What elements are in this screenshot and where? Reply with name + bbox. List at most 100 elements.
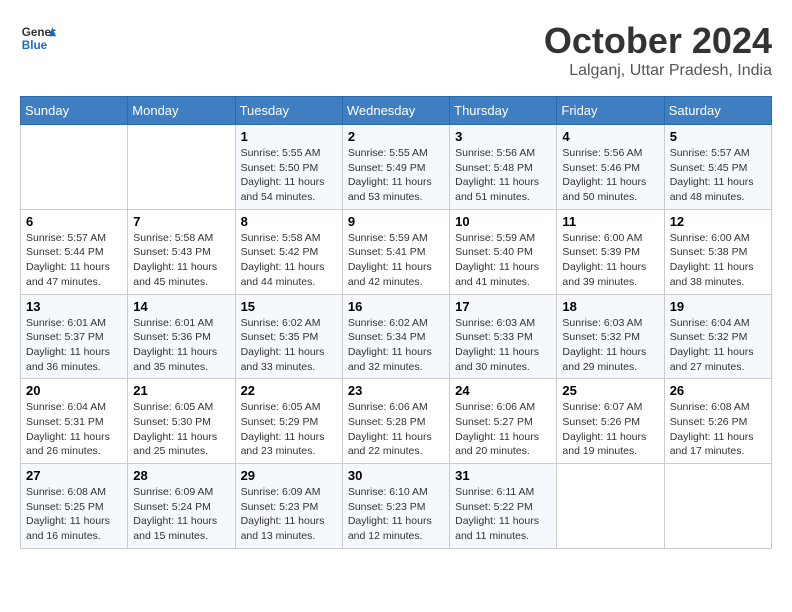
week-row-1: 1 Sunrise: 5:55 AM Sunset: 5:50 PM Daylig… bbox=[21, 125, 772, 210]
day-cell: 19 Sunrise: 6:04 AM Sunset: 5:32 PM Dayli… bbox=[664, 294, 771, 379]
month-title: October 2024 bbox=[544, 20, 772, 62]
day-info: Sunrise: 5:59 AM Sunset: 5:41 PM Dayligh… bbox=[348, 231, 444, 290]
day-info: Sunrise: 6:08 AM Sunset: 5:26 PM Dayligh… bbox=[670, 400, 766, 459]
logo: General Blue bbox=[20, 20, 56, 56]
week-row-4: 20Sunrise: 6:04 AM Sunset: 5:31 PM Dayli… bbox=[21, 379, 772, 464]
day-number: 25 bbox=[562, 383, 658, 398]
day-cell: 7 Sunrise: 5:58 AM Sunset: 5:43 PM Daylig… bbox=[128, 209, 235, 294]
day-info: Sunrise: 6:11 AM Sunset: 5:22 PM Dayligh… bbox=[455, 485, 551, 544]
day-info: Sunrise: 6:07 AM Sunset: 5:26 PM Dayligh… bbox=[562, 400, 658, 459]
day-info: Sunrise: 6:05 AM Sunset: 5:29 PM Dayligh… bbox=[241, 400, 337, 459]
day-cell: 9 Sunrise: 5:59 AM Sunset: 5:41 PM Daylig… bbox=[342, 209, 449, 294]
day-cell: 27Sunrise: 6:08 AM Sunset: 5:25 PM Dayli… bbox=[21, 464, 128, 549]
day-cell: 11Sunrise: 6:00 AM Sunset: 5:39 PM Dayli… bbox=[557, 209, 664, 294]
day-info: Sunrise: 5:55 AM Sunset: 5:49 PM Dayligh… bbox=[348, 146, 444, 205]
day-cell: 3 Sunrise: 5:56 AM Sunset: 5:48 PM Daylig… bbox=[450, 125, 557, 210]
day-number: 19 bbox=[670, 299, 766, 314]
day-info: Sunrise: 6:03 AM Sunset: 5:32 PM Dayligh… bbox=[562, 316, 658, 375]
day-cell: 26 Sunrise: 6:08 AM Sunset: 5:26 PM Dayli… bbox=[664, 379, 771, 464]
day-number: 5 bbox=[670, 129, 766, 144]
day-number: 30 bbox=[348, 468, 444, 483]
header-cell-sunday: Sunday bbox=[21, 97, 128, 125]
page-header: General Blue October 2024 Lalganj, Uttar… bbox=[20, 20, 772, 80]
svg-text:Blue: Blue bbox=[22, 39, 48, 52]
day-info: Sunrise: 6:10 AM Sunset: 5:23 PM Dayligh… bbox=[348, 485, 444, 544]
day-cell: 6Sunrise: 5:57 AM Sunset: 5:44 PM Daylig… bbox=[21, 209, 128, 294]
day-cell bbox=[128, 125, 235, 210]
day-info: Sunrise: 5:55 AM Sunset: 5:50 PM Dayligh… bbox=[241, 146, 337, 205]
day-number: 1 bbox=[241, 129, 337, 144]
calendar-header: SundayMondayTuesdayWednesdayThursdayFrid… bbox=[21, 97, 772, 125]
day-cell: 16 Sunrise: 6:02 AM Sunset: 5:34 PM Dayli… bbox=[342, 294, 449, 379]
header-cell-monday: Monday bbox=[128, 97, 235, 125]
day-info: Sunrise: 6:00 AM Sunset: 5:38 PM Dayligh… bbox=[670, 231, 766, 290]
day-cell: 21 Sunrise: 6:05 AM Sunset: 5:30 PM Dayli… bbox=[128, 379, 235, 464]
day-cell: 12 Sunrise: 6:00 AM Sunset: 5:38 PM Dayli… bbox=[664, 209, 771, 294]
day-cell: 30 Sunrise: 6:10 AM Sunset: 5:23 PM Dayli… bbox=[342, 464, 449, 549]
day-number: 23 bbox=[348, 383, 444, 398]
day-info: Sunrise: 6:00 AM Sunset: 5:39 PM Dayligh… bbox=[562, 231, 658, 290]
day-number: 17 bbox=[455, 299, 551, 314]
day-cell: 17 Sunrise: 6:03 AM Sunset: 5:33 PM Dayli… bbox=[450, 294, 557, 379]
day-cell: 28Sunrise: 6:09 AM Sunset: 5:24 PM Dayli… bbox=[128, 464, 235, 549]
week-row-5: 27Sunrise: 6:08 AM Sunset: 5:25 PM Dayli… bbox=[21, 464, 772, 549]
day-cell: 1 Sunrise: 5:55 AM Sunset: 5:50 PM Daylig… bbox=[235, 125, 342, 210]
day-number: 15 bbox=[241, 299, 337, 314]
header-cell-friday: Friday bbox=[557, 97, 664, 125]
day-number: 28 bbox=[133, 468, 229, 483]
day-cell: 31 Sunrise: 6:11 AM Sunset: 5:22 PM Dayli… bbox=[450, 464, 557, 549]
day-number: 14 bbox=[133, 299, 229, 314]
header-cell-tuesday: Tuesday bbox=[235, 97, 342, 125]
day-info: Sunrise: 5:57 AM Sunset: 5:45 PM Dayligh… bbox=[670, 146, 766, 205]
day-info: Sunrise: 6:04 AM Sunset: 5:32 PM Dayligh… bbox=[670, 316, 766, 375]
day-number: 16 bbox=[348, 299, 444, 314]
day-number: 2 bbox=[348, 129, 444, 144]
day-cell: 13 Sunrise: 6:01 AM Sunset: 5:37 PM Dayli… bbox=[21, 294, 128, 379]
day-cell: 5 Sunrise: 5:57 AM Sunset: 5:45 PM Daylig… bbox=[664, 125, 771, 210]
day-cell: 22 Sunrise: 6:05 AM Sunset: 5:29 PM Dayli… bbox=[235, 379, 342, 464]
header-cell-thursday: Thursday bbox=[450, 97, 557, 125]
calendar-body: 1 Sunrise: 5:55 AM Sunset: 5:50 PM Daylig… bbox=[21, 125, 772, 549]
location: Lalganj, Uttar Pradesh, India bbox=[544, 62, 772, 80]
day-number: 8 bbox=[241, 214, 337, 229]
week-row-3: 13 Sunrise: 6:01 AM Sunset: 5:37 PM Dayli… bbox=[21, 294, 772, 379]
day-cell: 20Sunrise: 6:04 AM Sunset: 5:31 PM Dayli… bbox=[21, 379, 128, 464]
day-number: 20 bbox=[26, 383, 122, 398]
day-number: 26 bbox=[670, 383, 766, 398]
day-cell bbox=[664, 464, 771, 549]
day-cell bbox=[21, 125, 128, 210]
day-number: 9 bbox=[348, 214, 444, 229]
header-cell-saturday: Saturday bbox=[664, 97, 771, 125]
day-number: 7 bbox=[133, 214, 229, 229]
day-cell: 24 Sunrise: 6:06 AM Sunset: 5:27 PM Dayli… bbox=[450, 379, 557, 464]
day-info: Sunrise: 6:09 AM Sunset: 5:23 PM Dayligh… bbox=[241, 485, 337, 544]
day-cell: 18 Sunrise: 6:03 AM Sunset: 5:32 PM Dayli… bbox=[557, 294, 664, 379]
day-number: 12 bbox=[670, 214, 766, 229]
day-info: Sunrise: 5:56 AM Sunset: 5:46 PM Dayligh… bbox=[562, 146, 658, 205]
day-number: 31 bbox=[455, 468, 551, 483]
day-info: Sunrise: 5:58 AM Sunset: 5:42 PM Dayligh… bbox=[241, 231, 337, 290]
day-number: 3 bbox=[455, 129, 551, 144]
day-cell: 4 Sunrise: 5:56 AM Sunset: 5:46 PM Daylig… bbox=[557, 125, 664, 210]
day-info: Sunrise: 6:03 AM Sunset: 5:33 PM Dayligh… bbox=[455, 316, 551, 375]
header-cell-wednesday: Wednesday bbox=[342, 97, 449, 125]
day-number: 4 bbox=[562, 129, 658, 144]
logo-icon: General Blue bbox=[20, 20, 56, 56]
day-number: 22 bbox=[241, 383, 337, 398]
day-number: 21 bbox=[133, 383, 229, 398]
day-number: 13 bbox=[26, 299, 122, 314]
day-info: Sunrise: 6:02 AM Sunset: 5:34 PM Dayligh… bbox=[348, 316, 444, 375]
day-number: 24 bbox=[455, 383, 551, 398]
day-number: 18 bbox=[562, 299, 658, 314]
day-cell: 2 Sunrise: 5:55 AM Sunset: 5:49 PM Daylig… bbox=[342, 125, 449, 210]
day-info: Sunrise: 5:57 AM Sunset: 5:44 PM Dayligh… bbox=[26, 231, 122, 290]
day-info: Sunrise: 6:01 AM Sunset: 5:37 PM Dayligh… bbox=[26, 316, 122, 375]
title-block: October 2024 Lalganj, Uttar Pradesh, Ind… bbox=[544, 20, 772, 80]
day-info: Sunrise: 5:56 AM Sunset: 5:48 PM Dayligh… bbox=[455, 146, 551, 205]
day-info: Sunrise: 6:06 AM Sunset: 5:27 PM Dayligh… bbox=[455, 400, 551, 459]
day-info: Sunrise: 6:05 AM Sunset: 5:30 PM Dayligh… bbox=[133, 400, 229, 459]
day-cell bbox=[557, 464, 664, 549]
day-number: 27 bbox=[26, 468, 122, 483]
day-info: Sunrise: 5:58 AM Sunset: 5:43 PM Dayligh… bbox=[133, 231, 229, 290]
day-cell: 25 Sunrise: 6:07 AM Sunset: 5:26 PM Dayli… bbox=[557, 379, 664, 464]
